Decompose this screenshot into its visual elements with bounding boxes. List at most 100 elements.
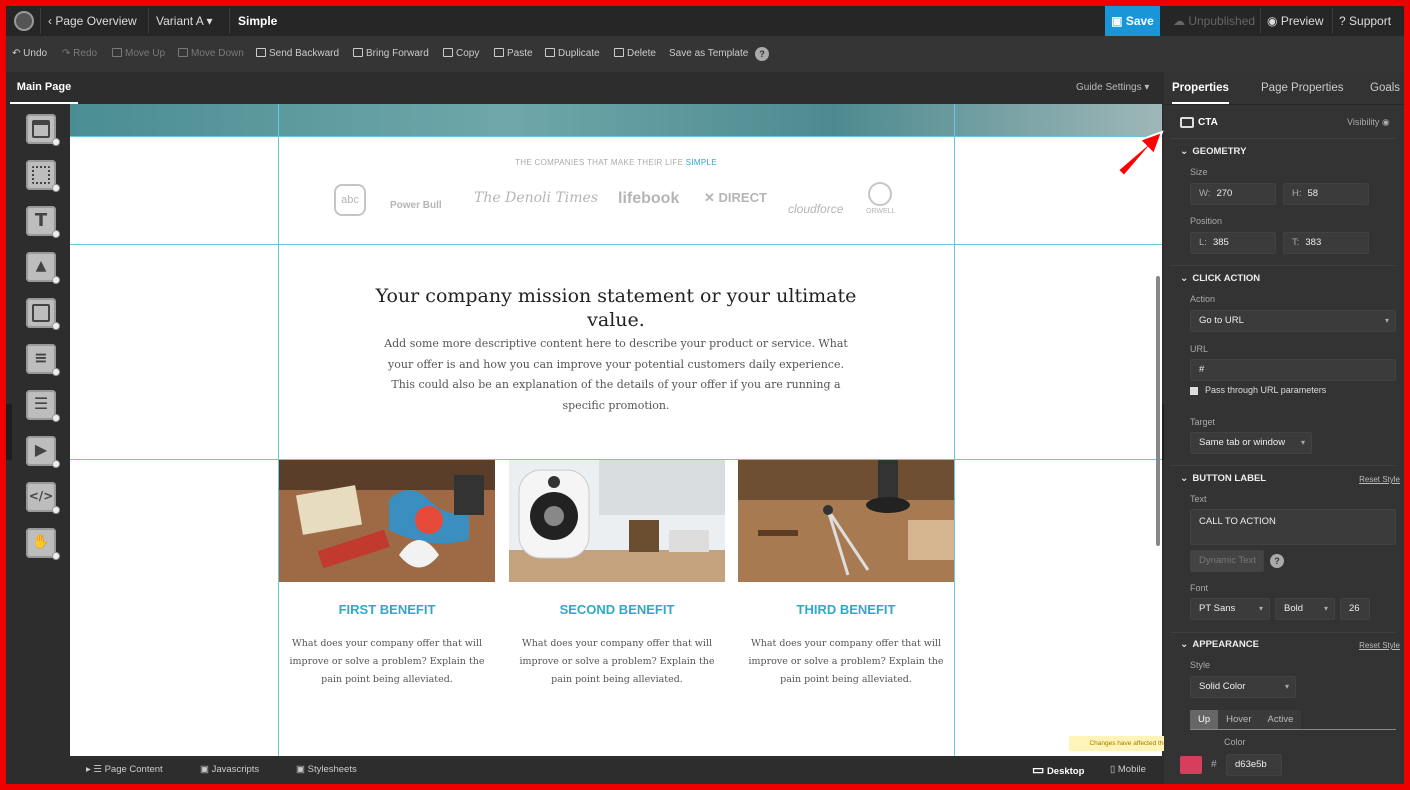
move-up-button[interactable]: Move Up xyxy=(112,36,165,72)
move-up-icon xyxy=(112,48,122,57)
stylesheets-button[interactable]: ▣ Stylesheets xyxy=(296,756,357,784)
page-content-label: Page Content xyxy=(104,764,163,775)
page-content-button[interactable]: ▸ ☰ Page Content xyxy=(86,756,163,784)
action-select[interactable]: Go to URL ▾ xyxy=(1190,310,1396,332)
color-hex-input[interactable]: d63e5b xyxy=(1226,754,1282,776)
video-widget-button[interactable]: ▶ xyxy=(26,436,60,468)
preview-button[interactable]: ◉ Preview xyxy=(1267,6,1324,36)
app-logo-icon[interactable] xyxy=(14,11,34,31)
save-button[interactable]: ▣ Save xyxy=(1105,6,1160,38)
tab-properties[interactable]: Properties xyxy=(1172,72,1229,104)
copy-button[interactable]: Copy xyxy=(443,36,479,72)
size-label: Size xyxy=(1190,167,1208,177)
section-widget-button[interactable] xyxy=(26,114,60,146)
url-input[interactable]: # xyxy=(1190,359,1396,381)
text-icon: T xyxy=(34,210,48,231)
benefit-image-1[interactable] xyxy=(279,460,495,582)
benefit-desc-3[interactable]: What does your company offer that will i… xyxy=(738,635,954,689)
css-icon: ▣ xyxy=(296,764,305,775)
section-icon xyxy=(32,120,50,138)
reset-style-link[interactable]: Reset Style xyxy=(1359,475,1400,484)
paste-button[interactable]: Paste xyxy=(494,36,533,72)
mission-heading[interactable]: Your company mission statement or your u… xyxy=(360,284,872,332)
style-select[interactable]: Solid Color ▾ xyxy=(1190,676,1296,698)
help-icon[interactable]: ? xyxy=(755,47,769,61)
form-widget-button[interactable]: ≡ xyxy=(26,344,60,376)
reset-style-link[interactable]: Reset Style xyxy=(1359,641,1400,650)
play-icon: ▶ xyxy=(34,440,48,459)
javascripts-button[interactable]: ▣ Javascripts xyxy=(200,756,259,784)
delete-button[interactable]: Delete xyxy=(614,36,656,72)
support-button[interactable]: ? Support xyxy=(1339,6,1391,36)
top-bar: ‹ Page Overview Variant A ▾ Simple ▣ Sav… xyxy=(6,6,1404,38)
benefit-title-3[interactable]: THIRD BENEFIT xyxy=(738,602,954,617)
caret-down-icon: ▾ xyxy=(1258,604,1263,613)
benefit-desc-2[interactable]: What does your company offer that will i… xyxy=(509,635,725,689)
redo-button[interactable]: ↷ Redo xyxy=(62,36,97,72)
tab-goals[interactable]: Goals xyxy=(1370,72,1400,104)
page-overview-link[interactable]: ‹ Page Overview xyxy=(48,6,137,36)
save-template-button[interactable]: Save as Template xyxy=(669,36,748,72)
hash-label: # xyxy=(1211,759,1217,770)
send-backward-button[interactable]: Send Backward xyxy=(256,36,339,72)
unpublished-button: ☁ Unpublished xyxy=(1173,6,1255,36)
tab-hover[interactable]: Hover xyxy=(1218,710,1260,730)
top-input[interactable]: T: 383 xyxy=(1283,232,1369,254)
width-input[interactable]: W: 270 xyxy=(1190,183,1276,205)
duplicate-button[interactable]: Duplicate xyxy=(545,36,600,72)
image-widget-button[interactable]: ▲ xyxy=(26,252,60,284)
click-action-section-title[interactable]: CLICK ACTION xyxy=(1180,273,1260,284)
mobile-view-button[interactable]: ▯ Mobile xyxy=(1110,756,1146,784)
tab-active[interactable]: Active xyxy=(1259,710,1302,730)
button-text-input[interactable]: CALL TO ACTION xyxy=(1190,509,1396,545)
font-size-input[interactable]: 26 xyxy=(1340,598,1370,620)
variant-dropdown[interactable]: Variant A ▾ xyxy=(156,6,213,36)
geometry-section-title[interactable]: GEOMETRY xyxy=(1180,146,1246,157)
logo-denoli-times: The Denoli Times xyxy=(474,190,599,206)
button-label-section-title[interactable]: BUTTON LABEL xyxy=(1180,473,1266,484)
height-input[interactable]: H: 58 xyxy=(1283,183,1369,205)
guide-settings-dropdown[interactable]: Guide Settings ▾ xyxy=(1076,72,1149,104)
tab-up[interactable]: Up xyxy=(1190,710,1219,730)
help-icon[interactable]: ? xyxy=(1270,554,1284,568)
width-prefix: W: xyxy=(1199,188,1211,199)
social-widget-button[interactable]: ✋ xyxy=(26,528,60,560)
left-input[interactable]: L: 385 xyxy=(1190,232,1276,254)
dynamic-text-button[interactable]: Dynamic Text xyxy=(1190,550,1264,572)
page-name: Simple xyxy=(238,14,278,28)
benefit-title-1[interactable]: FIRST BENEFIT xyxy=(279,602,495,617)
move-down-button[interactable]: Move Down xyxy=(178,36,244,72)
benefit-desc-1[interactable]: What does your company offer that will i… xyxy=(279,635,495,689)
box-widget-button[interactable] xyxy=(26,160,60,192)
bring-forward-button[interactable]: Bring Forward xyxy=(353,36,429,72)
mission-description[interactable]: Add some more descriptive content here t… xyxy=(380,334,852,416)
tab-page-properties[interactable]: Page Properties xyxy=(1261,72,1343,104)
font-weight-select[interactable]: Bold ▾ xyxy=(1275,598,1335,620)
visibility-toggle[interactable]: Visibility ◉ xyxy=(1347,117,1390,128)
benefit-title-2[interactable]: SECOND BENEFIT xyxy=(509,602,725,617)
tab-main-page[interactable]: Main Page xyxy=(10,72,78,104)
html-widget-button[interactable]: </> xyxy=(26,482,60,514)
list-widget-button[interactable]: ☰ xyxy=(26,390,60,422)
benefit-image-3[interactable] xyxy=(738,460,954,582)
benefit-image-2[interactable] xyxy=(509,460,725,582)
button-widget-button[interactable] xyxy=(26,298,60,330)
logo-direct: ✕ DIRECT xyxy=(704,190,767,205)
collapse-left-handle[interactable] xyxy=(6,404,12,460)
text-widget-button[interactable]: T xyxy=(26,206,60,238)
target-select[interactable]: Same tab or window ▾ xyxy=(1190,432,1312,454)
target-value: Same tab or window xyxy=(1199,437,1286,448)
canvas-scrollbar[interactable] xyxy=(1156,276,1160,546)
mobile-icon: ▯ xyxy=(1110,764,1116,775)
font-family-value: PT Sans xyxy=(1199,603,1236,614)
undo-button[interactable]: ↶ Undo xyxy=(12,36,47,72)
font-family-select[interactable]: PT Sans ▾ xyxy=(1190,598,1270,620)
appearance-section-title[interactable]: APPEARANCE xyxy=(1180,639,1259,650)
color-swatch[interactable] xyxy=(1180,756,1202,774)
desktop-view-button[interactable]: ▭ Desktop xyxy=(1032,756,1084,784)
action-label: Action xyxy=(1190,294,1216,304)
page-canvas[interactable]: THE COMPANIES THAT MAKE THEIR LIFE SIMPL… xyxy=(70,104,1162,756)
logo-power-bull: Power Bull xyxy=(390,200,442,211)
help-icon: ? xyxy=(1339,14,1346,28)
pass-through-checkbox[interactable] xyxy=(1190,387,1198,395)
